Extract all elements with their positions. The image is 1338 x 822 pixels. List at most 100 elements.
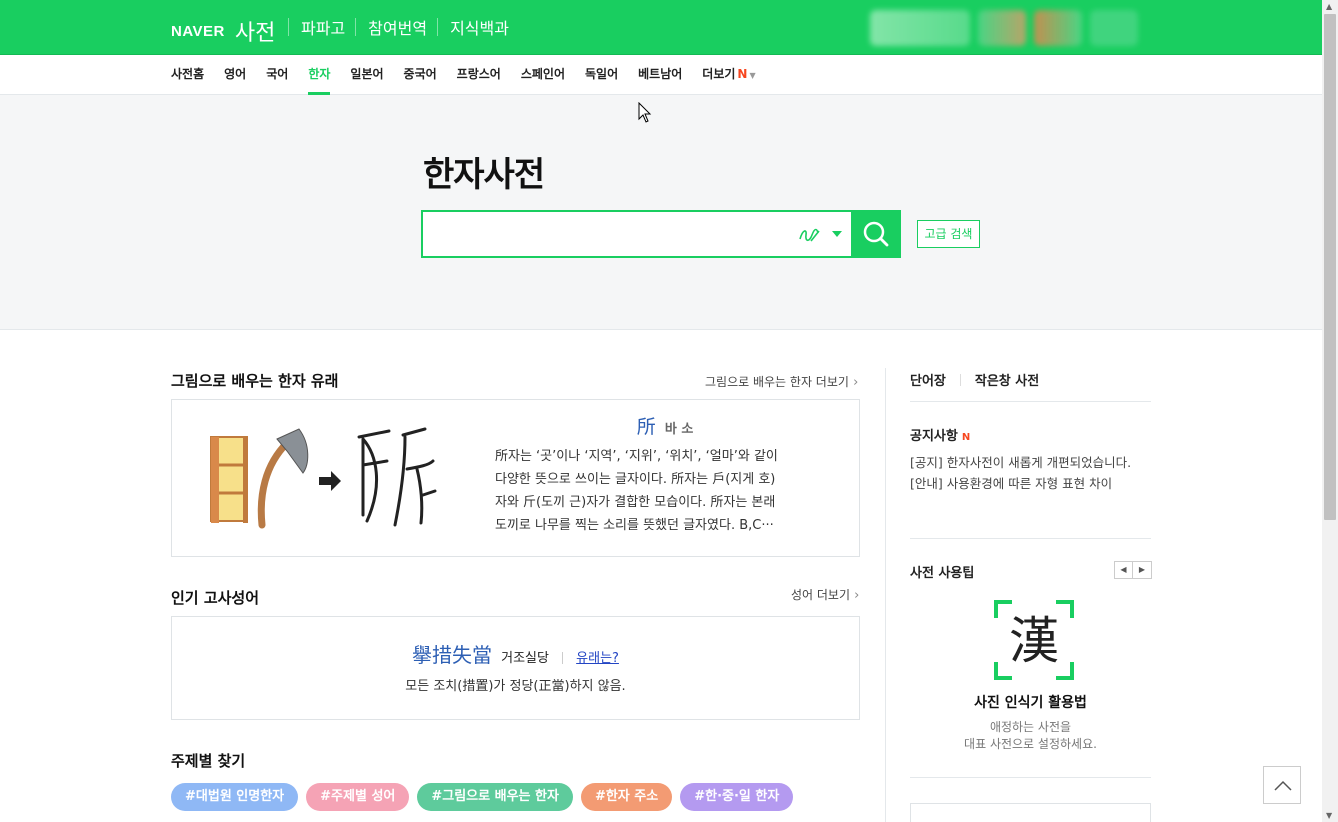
notice-title: 공지사항 N (910, 425, 970, 444)
apps-icon[interactable] (1090, 10, 1138, 46)
origin-line: 도끼로 나무를 찍는 소리를 뜻했던 글자였다. B,C··· (495, 518, 774, 533)
idiom-more-link[interactable]: 성어 더보기 (791, 586, 859, 603)
user-area (870, 10, 1138, 46)
tab-korean[interactable]: 국어 (266, 55, 288, 95)
column-divider (885, 368, 886, 822)
tab-french[interactable]: 프랑스어 (457, 55, 501, 95)
tab-wordbook[interactable]: 단어장 (910, 370, 946, 389)
mail-icon[interactable] (1034, 10, 1082, 46)
handwriting-icon[interactable] (797, 225, 821, 245)
idiom-origin-link[interactable]: 유래는? (576, 651, 619, 666)
language-nav: 사전홈 영어 국어 한자 일본어 중국어 프랑스어 스페인어 독일어 베트남어 … (0, 55, 1322, 95)
advanced-search-button[interactable]: 고급 검색 (917, 220, 980, 248)
tip-heading[interactable]: 사진 인식기 활용법 (910, 692, 1151, 712)
scrollbar-thumb[interactable] (1324, 14, 1336, 520)
theme-tags: #대법원 인명한자 #주제별 성어 #그림으로 배우는 한자 #한자 주소 #한… (171, 783, 794, 811)
notice-item[interactable]: [안내] 사용환경에 따른 자형 표현 차이 (910, 473, 1131, 494)
divider (562, 651, 564, 664)
origin-card[interactable]: 所 바 소 所자는 ‘곳’이나 ‘지역’, ‘지위’, ‘위치’, ‘얼마’와 … (171, 399, 860, 557)
search-input[interactable] (433, 220, 793, 248)
idiom-section-title: 인기 고사성어 (171, 589, 260, 607)
divider (437, 18, 439, 36)
tag-picture-hanja[interactable]: #그림으로 배우는 한자 (417, 783, 573, 811)
scrollbar[interactable]: ▲ ▼ (1322, 0, 1338, 822)
idiom-card: 擧措失當 거조실당 유래는? 모든 조치(措置)가 정당(正當)하지 않음. (171, 616, 860, 720)
tab-chinese[interactable]: 중국어 (404, 55, 437, 95)
tab-english[interactable]: 영어 (224, 55, 246, 95)
nav-participation-translation[interactable]: 참여번역 (368, 15, 427, 39)
notice-list: [공지] 한자사전이 새롭게 개편되었습니다. [안내] 사용환경에 따른 자형… (910, 452, 1131, 494)
scroll-to-top-button[interactable] (1263, 766, 1301, 804)
tab-german[interactable]: 독일어 (585, 55, 618, 95)
tag-kcj-hanja[interactable]: #한·중·일 한자 (680, 783, 794, 811)
tag-hanja-address[interactable]: #한자 주소 (580, 783, 673, 811)
origin-section-title: 그림으로 배우는 한자 유래 (171, 372, 339, 390)
tip-desc-line: 애정하는 사전을 (989, 720, 1072, 734)
tab-mini-dictionary[interactable]: 작은창 사전 (975, 370, 1039, 389)
top-nav: 파파고 참여번역 지식백과 (288, 15, 519, 39)
search-area: 한자사전 고급 검색 (0, 95, 1322, 330)
tip-description: 애정하는 사전을 대표 사전으로 설정하세요. (910, 719, 1151, 753)
divider (288, 18, 289, 36)
mouse-cursor-icon (638, 102, 652, 123)
divider (910, 777, 1151, 778)
advanced-search-label: 고급 검색 (924, 227, 973, 241)
origin-more-link[interactable]: 그림으로 배우는 한자 더보기 (705, 373, 858, 390)
origin-line: 所자는 ‘곳’이나 ‘지역’, ‘지위’, ‘위치’, ‘얼마’와 같이 (495, 449, 778, 464)
theme-section-title: 주제별 찾기 (171, 752, 246, 770)
idiom-meaning: 모든 조치(措置)가 정당(正當)하지 않음. (405, 679, 626, 694)
sidebar-tabs: 단어장 작은창 사전 (910, 370, 1039, 389)
idiom-hanja[interactable]: 擧措失當 (412, 643, 492, 667)
naver-logo[interactable]: NAVER (171, 23, 225, 40)
input-tool-dropdown[interactable] (832, 231, 842, 237)
new-badge: N (961, 432, 971, 443)
tag-court-name-hanja[interactable]: #대법원 인명한자 (171, 783, 299, 811)
divider (959, 373, 961, 386)
main-content: 그림으로 배우는 한자 유래 그림으로 배우는 한자 더보기 所 바 소 所자는… (0, 330, 1322, 822)
prev-arrow-icon[interactable]: ◀ (1114, 561, 1133, 579)
origin-hanja[interactable]: 所 (637, 416, 656, 438)
tab-japanese[interactable]: 일본어 (350, 55, 383, 95)
tab-hanja[interactable]: 한자 (308, 55, 331, 95)
scroll-down-arrow-icon[interactable]: ▼ (1326, 811, 1332, 820)
notice-title-label: 공지사항 (910, 429, 958, 444)
hanja-origin-illustration (210, 427, 437, 529)
user-profile-blurred[interactable] (870, 10, 970, 46)
tip-pager: ◀ ▶ (1114, 561, 1152, 579)
next-arrow-icon[interactable]: ▶ (1133, 561, 1152, 579)
page-title: 한자사전 (423, 155, 545, 195)
divider (910, 538, 1151, 539)
notification-icon[interactable] (978, 10, 1026, 46)
search-icon (863, 221, 889, 247)
search-box (421, 210, 901, 258)
tab-more-label: 더보기 (702, 67, 736, 81)
photo-recognition-icon: 漢 (994, 600, 1074, 680)
nav-knowledge-encyclopedia[interactable]: 지식백과 (450, 15, 509, 39)
divider (355, 18, 357, 36)
new-badge: N (737, 67, 748, 81)
banner-box[interactable] (910, 803, 1151, 822)
notice-item[interactable]: [공지] 한자사전이 새롭게 개편되었습니다. (910, 452, 1131, 473)
tip-desc-line: 대표 사전으로 설정하세요. (964, 737, 1097, 751)
tab-more[interactable]: 더보기 N ▼ (702, 55, 755, 95)
tab-spanish[interactable]: 스페인어 (521, 55, 565, 95)
nav-papago[interactable]: 파파고 (301, 15, 345, 39)
chevron-up-icon (1274, 780, 1292, 791)
tip-title: 사전 사용팁 (910, 566, 975, 581)
idiom-reading: 거조실당 (501, 651, 549, 666)
tab-vietnamese[interactable]: 베트남어 (638, 55, 682, 95)
origin-reading: 바 소 (664, 422, 694, 437)
origin-line: 자와 斤(도끼 근)자가 결합한 모습이다. 所자는 본래 (495, 495, 776, 510)
tag-idioms-by-theme[interactable]: #주제별 성어 (306, 783, 410, 811)
dictionary-title[interactable]: 사전 (235, 15, 275, 47)
top-header: NAVER 사전 파파고 참여번역 지식백과 (0, 0, 1322, 55)
tip-hanja-char: 漢 (1009, 612, 1059, 670)
chevron-down-icon: ▼ (749, 71, 756, 80)
scroll-up-arrow-icon[interactable]: ▲ (1326, 2, 1332, 11)
search-button[interactable] (851, 210, 901, 258)
tab-dictionary-home[interactable]: 사전홈 (171, 55, 204, 95)
divider (910, 401, 1151, 402)
brand[interactable]: NAVER 사전 (171, 15, 275, 47)
origin-line: 다양한 뜻으로 쓰이는 글자이다. 所자는 戶(지게 호) (495, 472, 776, 487)
origin-description: 所 바 소 所자는 ‘곳’이나 ‘지역’, ‘지위’, ‘위치’, ‘얼마’와 … (495, 412, 835, 537)
